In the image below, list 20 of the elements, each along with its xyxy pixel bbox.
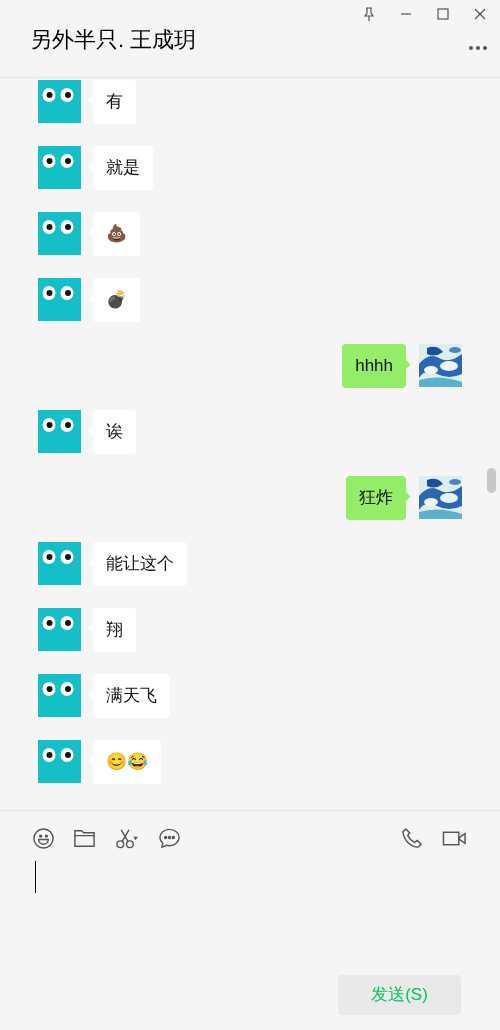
chat-icon[interactable] [158, 827, 181, 850]
avatar-icon[interactable] [38, 80, 81, 123]
emoji-icon[interactable] [32, 827, 55, 850]
avatar-icon[interactable] [38, 278, 81, 321]
scrollbar[interactable] [487, 468, 496, 493]
avatar-icon[interactable] [38, 146, 81, 189]
more-icon[interactable] [468, 45, 488, 51]
avatar-icon[interactable] [38, 212, 81, 255]
phone-icon[interactable] [401, 827, 424, 850]
close-icon[interactable] [472, 6, 488, 22]
avatar-icon[interactable] [38, 740, 81, 783]
avatar-icon[interactable] [38, 410, 81, 453]
avatar-icon[interactable] [38, 542, 81, 585]
avatar-icon[interactable] [38, 608, 81, 651]
avatar-icon[interactable] [38, 674, 81, 717]
window-title: 另外半只. 王成玥 [30, 26, 197, 54]
folder-icon[interactable] [73, 827, 96, 850]
scissors-icon[interactable] [114, 827, 140, 850]
maximize-icon[interactable] [435, 6, 451, 22]
pin-icon[interactable] [361, 6, 377, 22]
